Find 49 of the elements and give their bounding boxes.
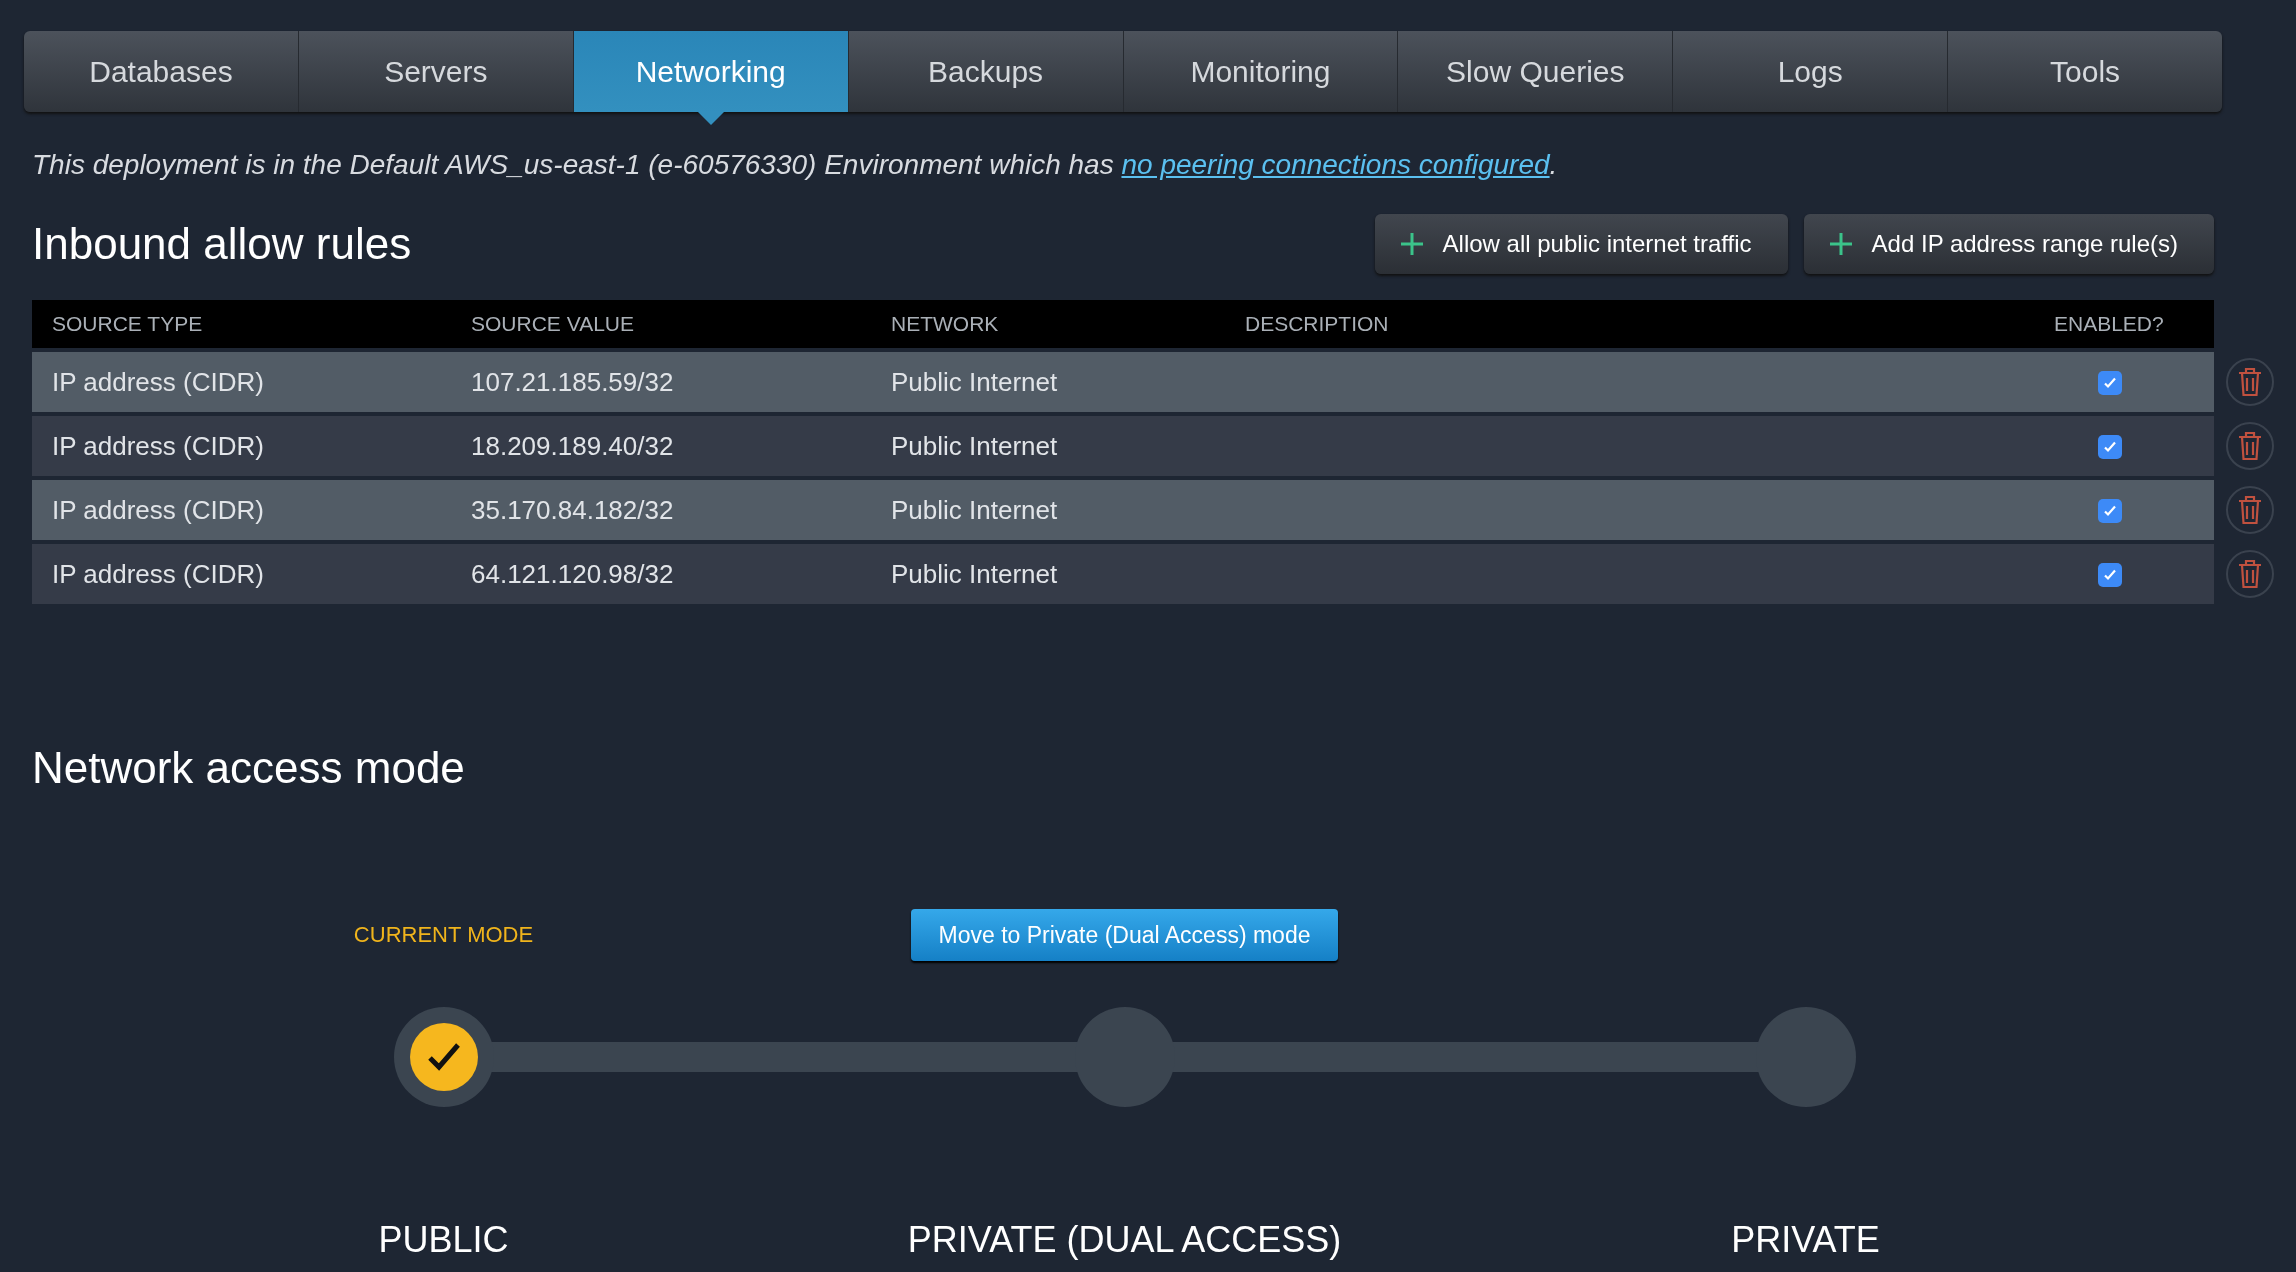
tab[interactable]: Databases	[24, 31, 298, 112]
tab[interactable]: Slow Queries	[1397, 31, 1673, 112]
peering-link[interactable]: no peering connections configured	[1121, 149, 1550, 180]
column-header: ENABLED?	[2054, 311, 2165, 338]
table-cell-text: Public Internet	[891, 557, 1059, 591]
trash-icon	[2237, 431, 2263, 461]
trash-icon	[2237, 559, 2263, 589]
current-mode-label: CURRENT MODE	[353, 921, 534, 950]
enabled-checkbox[interactable]	[2098, 370, 2122, 395]
tab[interactable]: Tools	[1947, 31, 2222, 112]
tab[interactable]: Servers	[297, 31, 573, 112]
column-header: DESCRIPTION	[1245, 311, 1390, 338]
table-cell-text: 64.121.120.98/32	[471, 557, 675, 591]
table-cell-text: Public Internet	[891, 429, 1059, 463]
column-header: SOURCE VALUE	[471, 311, 635, 338]
trash-icon	[2237, 495, 2263, 525]
enabled-checkbox[interactable]	[2098, 562, 2122, 587]
table-cell-text: 35.170.84.182/32	[471, 493, 675, 527]
mode-label: PRIVATE	[1731, 1217, 1880, 1262]
add-rule-button[interactable]: Add IP address range rule(s)	[1803, 214, 2214, 274]
mode-label: PUBLIC	[378, 1217, 509, 1262]
add-rule-button[interactable]: Allow all public internet traffic	[1374, 214, 1788, 274]
delete-button[interactable]	[2226, 422, 2274, 470]
column-header: SOURCE TYPE	[52, 311, 204, 338]
tab-pointer-icon	[697, 112, 724, 125]
delete-button[interactable]	[2226, 550, 2274, 598]
table-cell-text: IP address (CIDR)	[52, 493, 265, 527]
table-cell-text: 18.209.189.40/32	[471, 429, 675, 463]
table-cell-text: IP address (CIDR)	[52, 365, 265, 399]
enabled-checkbox[interactable]	[2098, 498, 2122, 523]
table-cell-text: 107.21.185.59/32	[471, 365, 675, 399]
tab[interactable]: Backups	[847, 31, 1123, 112]
tab[interactable]: Monitoring	[1122, 31, 1398, 112]
notice-text: This deployment is in the Default AWS_us-east-1 (e-60576330) Environment which has no peering connections configured.	[32, 148, 1559, 182]
plus-icon	[1398, 231, 1425, 257]
table-cell-text: IP address (CIDR)	[52, 557, 265, 591]
trash-icon	[2237, 367, 2263, 397]
table-cell-text: Public Internet	[891, 493, 1059, 527]
section-heading: Network access mode	[32, 742, 466, 794]
delete-button[interactable]	[2226, 486, 2274, 534]
enabled-checkbox[interactable]	[2098, 434, 2122, 459]
tab[interactable]: Logs	[1672, 31, 1948, 112]
delete-button[interactable]	[2226, 358, 2274, 406]
mode-label: PRIVATE (DUAL ACCESS)	[907, 1217, 1342, 1262]
column-header: NETWORK	[891, 311, 1000, 338]
section-heading: Inbound allow rules	[32, 217, 412, 270]
plus-icon	[1827, 231, 1854, 257]
table-cell-text: Public Internet	[891, 365, 1059, 399]
table-cell-text: IP address (CIDR)	[52, 429, 265, 463]
